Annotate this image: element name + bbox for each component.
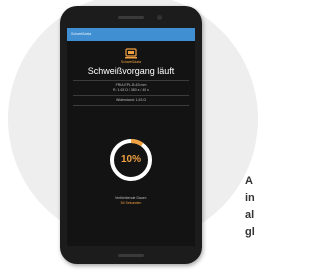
phone-speaker [118, 16, 144, 19]
progress-percent: 10% [120, 154, 141, 165]
remaining-duration-value: 54 Sekunden [120, 201, 142, 205]
side-caption-line-1: A [245, 175, 253, 187]
app-top-bar: Schweißdata [67, 28, 195, 41]
fitting-info-line-2: R: 1.63 Ω / 380 s / 40 s [113, 88, 149, 92]
resistance-info: Widerstand: 1.63 Ω [115, 98, 147, 102]
divider [73, 105, 189, 106]
side-caption-line-4: gl [245, 226, 255, 238]
phone-device: Schweißdata Schweißdata Schweißvorgang l… [60, 6, 202, 264]
phone-microphone [118, 254, 144, 257]
side-caption-line-2: in [245, 192, 255, 204]
phone-screen: Schweißdata Schweißdata Schweißvorgang l… [67, 28, 195, 246]
remaining-duration-label: Verbleibende Dauer: [115, 196, 147, 200]
page-title: Schweißvorgang läuft [87, 66, 175, 76]
brand-label: Schweißdata [120, 60, 142, 64]
side-caption-line-3: al [245, 209, 255, 221]
side-caption: A in al gl [245, 173, 285, 241]
fitting-info-line-1: FRIA EPL-B-63 mm [115, 83, 147, 87]
divider [73, 80, 189, 81]
welding-machine-icon [125, 48, 137, 59]
app-top-bar-title: Schweißdata [71, 32, 92, 36]
divider [73, 95, 189, 96]
phone-camera [157, 15, 162, 20]
